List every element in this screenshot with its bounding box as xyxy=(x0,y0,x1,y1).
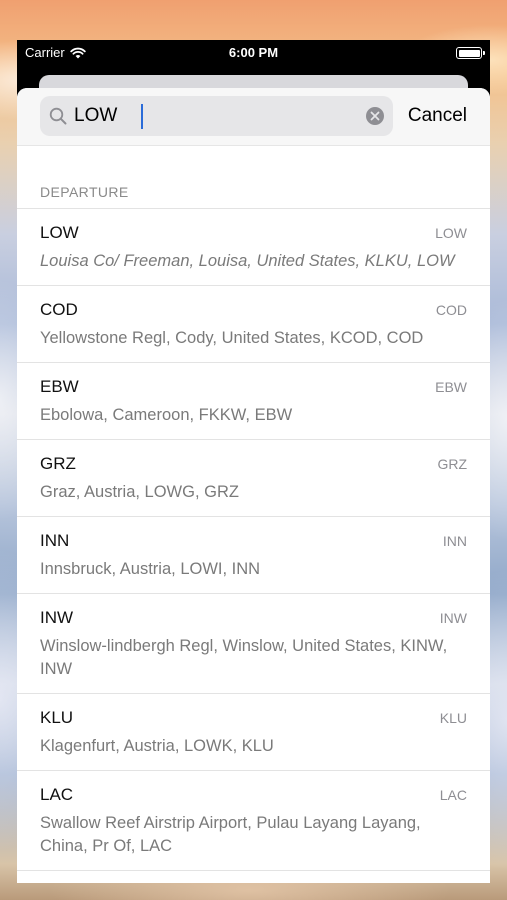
airport-code: LOW xyxy=(40,223,79,242)
section-header: DEPARTURE xyxy=(17,146,490,209)
airport-code-badge: GRZ xyxy=(437,456,467,472)
results-list: LOW LOW Louisa Co/ Freeman, Louisa, Unit… xyxy=(17,209,490,871)
airport-code: INN xyxy=(40,531,70,550)
airport-code-badge: LAC xyxy=(439,787,467,803)
search-bar: Cancel xyxy=(17,88,490,146)
airport-detail: Ebolowa, Cameroon, FKKW, EBW xyxy=(40,406,293,424)
list-item[interactable]: COD COD Yellowstone Regl, Cody, United S… xyxy=(17,286,490,363)
search-icon xyxy=(49,107,67,125)
status-time: 6:00 PM xyxy=(228,45,279,60)
airport-code-badge: INW xyxy=(439,610,467,626)
search-input[interactable] xyxy=(74,96,364,136)
clear-search-icon[interactable] xyxy=(366,107,384,125)
cancel-button[interactable]: Cancel xyxy=(408,96,467,136)
airport-detail: Winslow-lindbergh Regl, Winslow, United … xyxy=(40,637,448,678)
airport-code-badge: INN xyxy=(442,533,467,549)
airport-code: INW xyxy=(40,608,74,627)
search-field[interactable] xyxy=(40,96,393,136)
airport-code-badge: LOW xyxy=(435,225,467,241)
list-item[interactable]: LAC LAC Swallow Reef Airstrip Airport, P… xyxy=(17,771,490,871)
airport-detail: Louisa Co/ Freeman, Louisa, United State… xyxy=(40,252,455,270)
device-screen: Carrier 6:00 PM LOW Cancel DEPARTURE LOW… xyxy=(17,40,490,883)
battery-icon xyxy=(456,47,485,59)
airport-detail: Graz, Austria, LOWG, GRZ xyxy=(40,483,239,501)
section-title: DEPARTURE xyxy=(40,184,129,200)
search-sheet: Cancel DEPARTURE LOW LOW Louisa Co/ Free… xyxy=(17,88,490,883)
airport-code-badge: COD xyxy=(435,302,467,318)
airport-detail: Yellowstone Regl, Cody, United States, K… xyxy=(40,329,424,347)
list-item[interactable]: KLU KLU Klagenfurt, Austria, LOWK, KLU xyxy=(17,694,490,771)
status-bar: Carrier 6:00 PM xyxy=(17,40,490,66)
airport-detail: Swallow Reef Airstrip Airport, Pulau Lay… xyxy=(40,814,421,855)
list-item[interactable]: INN INN Innsbruck, Austria, LOWI, INN xyxy=(17,517,490,594)
airport-code: EBW xyxy=(40,377,79,396)
text-caret xyxy=(141,104,143,129)
airport-code-badge: KLU xyxy=(439,710,467,726)
airport-detail: Innsbruck, Austria, LOWI, INN xyxy=(40,560,261,578)
airport-code: COD xyxy=(40,300,78,319)
airport-code: LAC xyxy=(40,785,74,804)
airport-code: KLU xyxy=(40,708,74,727)
list-item[interactable]: LOW LOW Louisa Co/ Freeman, Louisa, Unit… xyxy=(17,209,490,286)
list-item[interactable]: EBW EBW Ebolowa, Cameroon, FKKW, EBW xyxy=(17,363,490,440)
list-item[interactable]: INW INW Winslow-lindbergh Regl, Winslow,… xyxy=(17,594,490,694)
list-item[interactable]: GRZ GRZ Graz, Austria, LOWG, GRZ xyxy=(17,440,490,517)
airport-code: GRZ xyxy=(40,454,76,473)
airport-detail: Klagenfurt, Austria, LOWK, KLU xyxy=(40,737,274,755)
airport-code-badge: EBW xyxy=(435,379,467,395)
